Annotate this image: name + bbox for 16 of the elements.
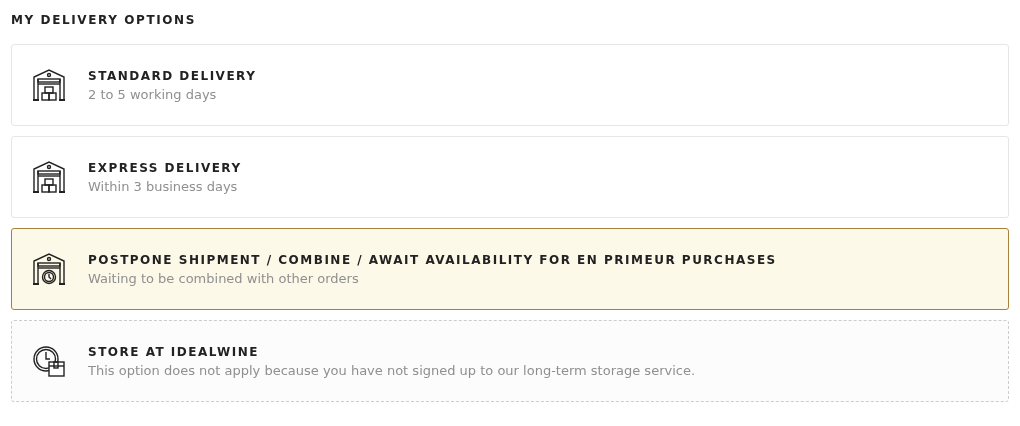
- option-description: Within 3 business days: [88, 178, 239, 194]
- option-title: POSTPONE SHIPMENT / COMBINE / AWAIT AVAILABILITY FOR EN PRIMEUR PURCHASES: [88, 252, 777, 267]
- option-title: STORE AT IDEALWINE: [88, 344, 260, 359]
- warehouse-boxes-icon: [32, 160, 66, 194]
- clock-box-icon: [32, 344, 66, 378]
- option-description: 2 to 5 working days: [88, 86, 218, 102]
- delivery-option[interactable]: EXPRESS DELIVERY Within 3 business days: [11, 136, 1009, 218]
- section-heading: MY DELIVERY OPTIONS: [11, 13, 197, 27]
- option-title: STANDARD DELIVERY: [88, 68, 257, 83]
- warehouse-boxes-icon: [32, 68, 66, 102]
- option-title: EXPRESS DELIVERY: [88, 160, 242, 175]
- option-description: Waiting to be combined with other orders: [88, 270, 360, 286]
- option-description: This option does not apply because you have not signed up to our long-term storage service.: [88, 362, 696, 378]
- delivery-option[interactable]: STANDARD DELIVERY 2 to 5 working days: [11, 44, 1009, 126]
- warehouse-clock-icon: [32, 252, 66, 286]
- delivery-option[interactable]: POSTPONE SHIPMENT / COMBINE / AWAIT AVAILABILITY FOR EN PRIMEUR PURCHASES Waiting to be combined with other orders: [11, 228, 1009, 310]
